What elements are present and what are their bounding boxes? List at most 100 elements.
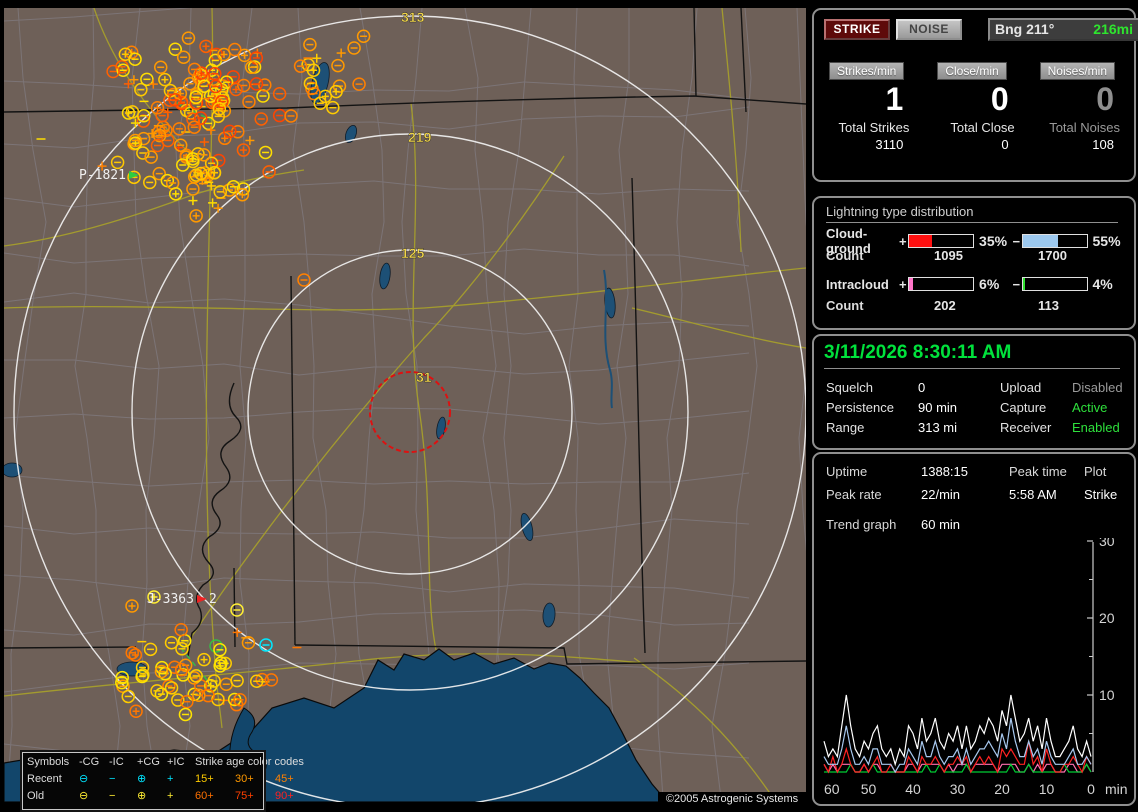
lightning-map[interactable]: 313 219 125 31 P-1821 J-3363 2 Symbols -CG -IC…	[4, 8, 806, 812]
close-per-min-value: 0	[990, 81, 1009, 117]
range-label: Range	[826, 420, 865, 435]
noise-toggle-button[interactable]: NOISE	[896, 19, 962, 40]
legend-age-header: Strike age color codes	[195, 756, 304, 768]
ic-minus-pct: 4%	[1092, 276, 1113, 292]
minus-sign: −	[1012, 276, 1021, 292]
map-canvas[interactable]: 313 219 125 31 P-1821 J-3363 2	[4, 8, 806, 802]
map-legend: Symbols -CG -IC +CG +IC Strike age color…	[20, 750, 304, 812]
cg-plus-bar	[908, 234, 975, 248]
minus-sign: −	[1012, 233, 1021, 249]
plot-mode-value: Strike	[1084, 487, 1118, 502]
lightning-distribution-panel: Lightning type distribution Cloud-ground…	[812, 196, 1136, 330]
ring-distance-label: 125	[401, 245, 425, 261]
age-90: 90+	[275, 790, 294, 802]
distribution-title: Lightning type distribution	[826, 204, 1118, 223]
cg-count-label: Count	[826, 248, 864, 263]
cg-minus-count: 1700	[1038, 248, 1067, 263]
legend-row-recent: Recent	[27, 773, 62, 785]
trac-cell-label: P-1821	[79, 168, 126, 183]
upload-status: Disabled	[1072, 380, 1123, 395]
plot-label: Plot	[1084, 464, 1107, 479]
plus-sign: +	[899, 276, 907, 292]
total-strikes-label: Total Strikes	[838, 120, 910, 135]
ring-distance-label: 31	[416, 369, 432, 385]
noises-per-min-value: 0	[1096, 81, 1114, 117]
y-tick-label: 10	[1099, 687, 1115, 703]
strikes-per-min-chip[interactable]: Strikes/min	[828, 62, 905, 80]
age-15: 15+	[195, 773, 214, 785]
y-tick-label: 30	[1099, 538, 1115, 549]
legend-header-nic: -IC	[109, 756, 124, 768]
recent-pcg-icon: ⊕	[137, 773, 147, 785]
x-tick-label: 20	[994, 781, 1010, 797]
cg-plus-count: 1095	[934, 248, 963, 263]
ic-plus-count: 202	[934, 298, 956, 313]
ring-distance-label: 313	[401, 9, 425, 25]
ic-plus-pct: 6%	[979, 276, 1000, 292]
ic-count-label: Count	[826, 298, 864, 313]
legend-row-old: Old	[27, 790, 45, 802]
capture-status: Active	[1072, 400, 1108, 415]
persistence-label: Persistence	[826, 400, 894, 415]
trend-series-total	[823, 694, 1092, 767]
trac-cell-label: J-3363	[147, 592, 194, 607]
old-pic-icon: +	[167, 790, 174, 802]
datetime-display: 3/11/2026 8:30:11 AM	[824, 342, 1120, 369]
strike-toggle-button[interactable]: STRIKE	[824, 19, 890, 40]
age-45: 45+	[275, 773, 294, 785]
uptime-label: Uptime	[826, 464, 868, 479]
bearing-value: Bng 211°	[995, 21, 1055, 37]
bearing-distance: 216mi	[1093, 21, 1133, 37]
persistence-value: 90 min	[918, 400, 958, 415]
old-ncg-icon: ⊖	[79, 790, 89, 802]
x-tick-label: 60	[824, 781, 840, 797]
receiver-label: Receiver	[1000, 420, 1052, 435]
total-strikes-value: 3110	[875, 137, 904, 152]
squelch-value: 0	[918, 380, 926, 395]
counters-panel: STRIKE NOISE Bng 211° 216mi Strikes/min …	[812, 8, 1138, 182]
status-panel: 3/11/2026 8:30:11 AM Squelch 0 Upload Di…	[812, 334, 1136, 450]
ic-plus-bar	[908, 277, 975, 291]
total-noises-label: Total Noises	[1049, 120, 1120, 135]
bearing-readout: Bng 211° 216mi	[988, 18, 1138, 41]
capture-label: Capture	[1000, 400, 1047, 415]
legend-header-symbols: Symbols	[27, 756, 70, 768]
x-tick-label: 40	[905, 781, 921, 797]
intracloud-label: Intracloud	[826, 276, 889, 292]
trend-graph-label: Trend graph	[826, 517, 897, 532]
ring-distance-label: 219	[408, 129, 432, 145]
peak-rate-label: Peak rate	[826, 487, 882, 502]
age-60: 60+	[195, 790, 214, 802]
trend-graph: 10 20 30 60 50 40 30 20 10 0 min	[816, 533, 1130, 800]
recent-nic-icon: −	[109, 773, 116, 785]
total-close-value: 0	[1001, 137, 1009, 152]
upload-label: Upload	[1000, 380, 1042, 395]
trend-panel: Uptime 1388:15 Peak time Plot Peak rate …	[812, 452, 1136, 806]
x-tick-label: 10	[1039, 781, 1055, 797]
old-pcg-icon: ⊕	[137, 790, 147, 802]
cg-minus-pct: 55%	[1092, 233, 1121, 249]
ic-minus-bar	[1021, 277, 1088, 291]
old-nic-icon: −	[109, 790, 116, 802]
uptime-value: 1388:15	[921, 464, 968, 479]
x-tick-label: 50	[861, 781, 877, 797]
trac-cell-speed: 2	[209, 592, 217, 607]
x-tick-label: 0	[1087, 781, 1095, 797]
age-75: 75+	[235, 790, 254, 802]
cg-minus-bar	[1021, 234, 1088, 248]
close-per-min-chip[interactable]: Close/min	[937, 62, 1007, 80]
x-tick-label: 30	[950, 781, 966, 797]
peak-time-value: 5:58 AM	[1009, 487, 1057, 502]
recent-ncg-icon: ⊖	[79, 773, 89, 785]
peak-time-label: Peak time	[1009, 464, 1067, 479]
total-close-label: Total Close	[950, 120, 1015, 135]
recent-pic-icon: +	[167, 773, 174, 785]
total-noises-value: 108	[1092, 137, 1114, 152]
cg-plus-pct: 35%	[979, 233, 1008, 249]
range-value: 313 mi	[918, 420, 958, 435]
legend-header-pcg: +CG	[137, 756, 160, 768]
ic-minus-count: 113	[1038, 298, 1059, 313]
trend-window-value: 60 min	[921, 517, 961, 532]
noises-per-min-chip[interactable]: Noises/min	[1039, 62, 1115, 80]
peak-rate-value: 22/min	[921, 487, 961, 502]
